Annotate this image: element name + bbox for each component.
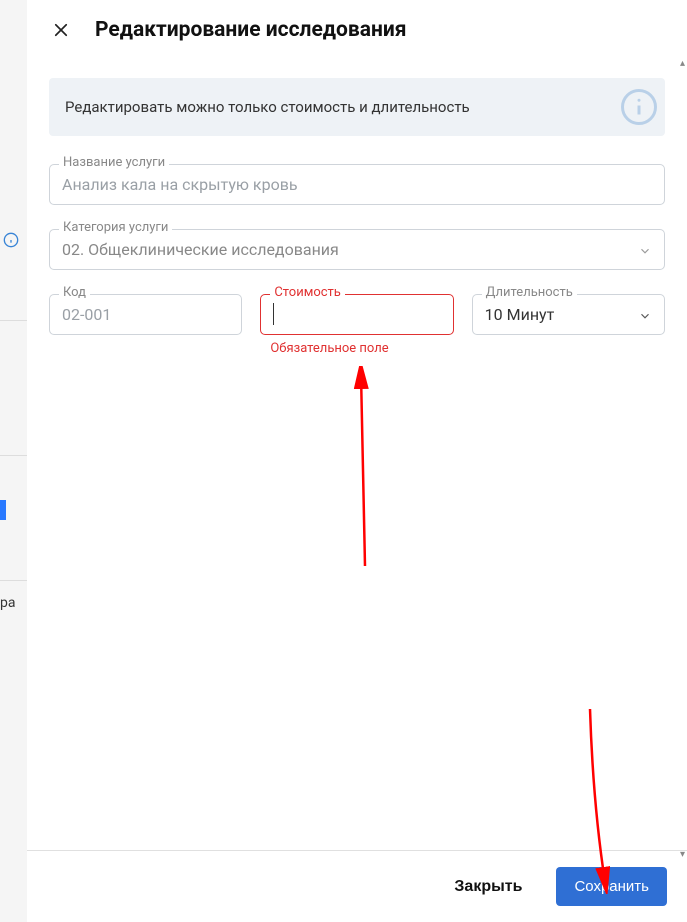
service-name-field: Название услуги [49, 164, 665, 205]
info-banner: Редактировать можно только стоимость и д… [49, 78, 665, 136]
cost-error-message: Обязательное поле [260, 341, 453, 356]
scrollbar[interactable]: ▴ ▾ [673, 58, 687, 860]
scroll-down-icon[interactable]: ▾ [680, 849, 685, 860]
text-cursor [273, 303, 274, 325]
info-icon [3, 232, 19, 252]
service-name-label: Название услуги [59, 155, 169, 170]
close-button[interactable]: Закрыть [442, 870, 534, 904]
chevron-down-icon [638, 243, 652, 257]
chevron-down-icon [638, 308, 652, 322]
modal-footer: Закрыть Сохранить [27, 850, 687, 922]
background-text-fragment: ра [0, 595, 15, 611]
service-category-field: Категория услуги 02. Общеклинические исс… [49, 229, 665, 270]
info-circle-icon [621, 89, 657, 125]
close-icon[interactable] [49, 18, 73, 42]
cost-input[interactable] [260, 294, 453, 335]
background-obscured: ра [0, 0, 30, 922]
cost-field: Стоимость Обязательное поле [260, 294, 453, 356]
service-category-label: Категория услуги [59, 220, 172, 235]
duration-label: Длительность [482, 285, 577, 300]
duration-field: Длительность 10 Минут [472, 294, 665, 356]
scroll-up-icon[interactable]: ▴ [680, 58, 685, 69]
cost-label: Стоимость [270, 285, 345, 300]
service-name-input [49, 164, 665, 205]
duration-value: 10 Минут [485, 305, 555, 324]
save-button[interactable]: Сохранить [556, 867, 667, 906]
service-category-value: 02. Общеклинические исследования [62, 240, 339, 259]
duration-select[interactable]: 10 Минут [472, 294, 665, 335]
modal-body: Редактировать можно только стоимость и д… [27, 56, 687, 850]
code-input [49, 294, 242, 335]
info-banner-text: Редактировать можно только стоимость и д… [65, 98, 470, 116]
edit-study-modal: Редактирование исследования Редактироват… [27, 0, 687, 922]
annotation-arrow-up [343, 366, 383, 576]
code-label: Код [59, 285, 90, 300]
code-field: Код [49, 294, 242, 356]
service-category-select: 02. Общеклинические исследования [49, 229, 665, 270]
modal-header: Редактирование исследования [27, 0, 687, 56]
modal-title: Редактирование исследования [95, 18, 407, 42]
